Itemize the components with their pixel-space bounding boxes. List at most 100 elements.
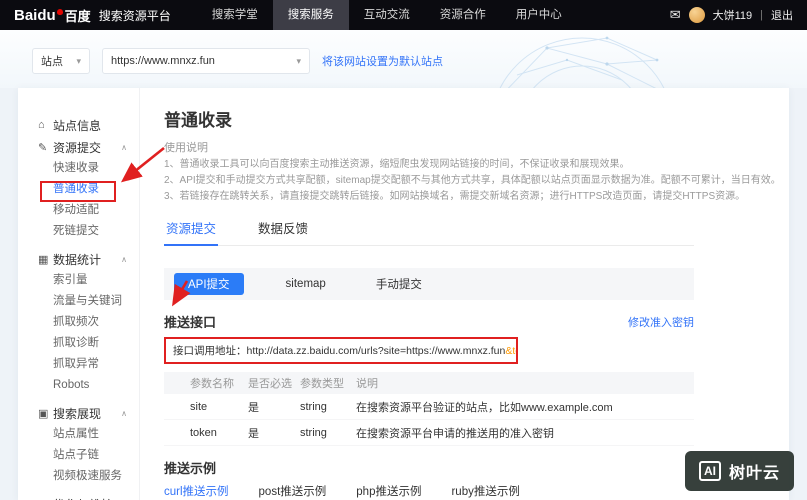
- chevron-up-icon: ∧: [121, 142, 127, 152]
- chevron-down-icon: ▾: [296, 55, 301, 66]
- param-required: 是: [248, 401, 259, 414]
- chevron-up-icon: ∧: [121, 408, 127, 418]
- col-header: 说明: [356, 378, 378, 390]
- push-api-section-head: 推送接口 修改准入密钥: [164, 312, 694, 331]
- avatar[interactable]: [688, 7, 705, 23]
- content-panel: ⌂ 站点信息 ✎ 资源提交 ∧ 快速收录 普通收录 移动适配 死链提交 ▦ 数据…: [18, 88, 789, 500]
- sidebar-item-traffic-keywords[interactable]: 流量与关键词: [38, 291, 139, 312]
- tab-php-example[interactable]: php推送示例: [356, 483, 421, 499]
- sidebar-item-crawl-errors[interactable]: 抓取异常: [38, 354, 139, 375]
- tab-sitemap[interactable]: sitemap: [278, 275, 334, 293]
- baidu-logo-latin: Baidu: [14, 6, 56, 24]
- watermark-badge: AI 树叶云: [684, 451, 794, 491]
- site-url-select[interactable]: https://www.mnxz.fun ▾: [102, 48, 310, 74]
- sidebar-group-label: 站点信息: [53, 118, 102, 133]
- tab-data-feedback[interactable]: 数据反馈: [256, 211, 310, 245]
- param-desc: 在搜索资源平台验证的站点，比如www.example.com: [356, 401, 613, 414]
- watermark-text: 树叶云: [728, 465, 780, 482]
- watermark-logo-icon: AI: [698, 461, 721, 481]
- api-address-label: 接口调用地址：: [173, 345, 247, 357]
- usage-line-3: 3、若链接存在跳转关系，请直接提交跳转后链接。如网站换域名，需提交新域名资源；进…: [164, 191, 746, 202]
- usage-line-1: 1、普通收录工具可以向百度搜索主动推送资源，缩短爬虫发现网站链接的时间，不保证收…: [164, 159, 630, 170]
- table-row: site 是 string 在搜索资源平台验证的站点，比如www.example…: [164, 394, 694, 420]
- table-header-row: 参数名称 是否必选 参数类型 说明: [164, 372, 694, 394]
- sidebar-group-label: 搜索展现: [53, 406, 102, 421]
- nav-search-school[interactable]: 搜索学堂: [197, 0, 273, 30]
- sidebar-item-site-attribute[interactable]: 站点属性: [38, 424, 139, 445]
- usage-title: 使用说明: [164, 142, 208, 154]
- tab-curl-example[interactable]: curl推送示例: [164, 483, 229, 499]
- display-icon: ▣: [38, 407, 49, 420]
- col-header: 参数名称: [190, 378, 234, 390]
- sidebar-group-label: 资源提交: [53, 140, 102, 155]
- baidu-logo[interactable]: Baidu 百度: [14, 6, 91, 25]
- sidebar-group-label: 优化与维护: [53, 496, 113, 500]
- col-header: 参数类型: [300, 378, 344, 390]
- table-row: token 是 string 在搜索资源平台申请的推送用的准入密钥: [164, 420, 694, 446]
- sidebar-item-video-service[interactable]: 视频极速服务: [38, 466, 139, 487]
- api-address-box: 接口调用地址：http://data.zz.baidu.com/urls?sit…: [164, 337, 518, 364]
- sidebar-item-fast-include[interactable]: 快速收录: [38, 158, 139, 179]
- tab-resource-submit[interactable]: 资源提交: [164, 211, 219, 246]
- params-table: 参数名称 是否必选 参数类型 说明 site 是 string 在搜索资源平台验…: [164, 372, 694, 446]
- sub-header-area: 站点 ▾ https://www.mnxz.fun ▾ 将该网站设置为默认站点: [0, 30, 807, 88]
- sidebar-item-site-sublink[interactable]: 站点子链: [38, 445, 139, 466]
- usage-line-2: 2、API提交和手动提交方式共享配额，sitemap提交配额不与其他方式共享，具…: [164, 175, 781, 186]
- site-url-value: https://www.mnxz.fun: [111, 55, 215, 67]
- logout-link[interactable]: 退出: [771, 7, 793, 23]
- header-divider: |: [760, 9, 763, 21]
- username[interactable]: 大饼119: [713, 7, 753, 23]
- tab-post-example[interactable]: post推送示例: [259, 483, 327, 499]
- sidebar-item-crawl-diagnosis[interactable]: 抓取诊断: [38, 333, 139, 354]
- tab-manual-submit[interactable]: 手动提交: [368, 273, 430, 295]
- param-type: string: [300, 400, 327, 413]
- stats-icon: ▦: [38, 253, 49, 266]
- nav-search-service[interactable]: 搜索服务: [272, 0, 349, 30]
- nav-user-center[interactable]: 用户中心: [501, 0, 577, 30]
- sidebar-group-label: 数据统计: [53, 252, 102, 267]
- tab-api-submit[interactable]: API提交: [174, 273, 244, 295]
- site-type-label: 站点: [41, 56, 63, 68]
- api-token-prefix: &token=7: [505, 345, 516, 357]
- mail-icon[interactable]: ✉: [670, 7, 681, 23]
- top-header: Baidu 百度 搜索资源平台 搜索学堂 搜索服务 互动交流 资源合作 用户中心…: [0, 0, 807, 30]
- param-desc: 在搜索资源平台申请的推送用的准入密钥: [356, 427, 554, 440]
- sidebar-item-mobile-adapt[interactable]: 移动适配: [38, 200, 139, 221]
- set-default-site-link[interactable]: 将该网站设置为默认站点: [322, 53, 443, 69]
- sidebar-item-robots[interactable]: Robots: [38, 375, 139, 396]
- site-type-select[interactable]: 站点 ▾: [32, 48, 90, 74]
- main-content: 普通收录 使用说明 1、普通收录工具可以向百度搜索主动推送资源，缩短爬虫发现网站…: [140, 88, 789, 500]
- baidu-paw-icon: [56, 9, 63, 15]
- baidu-logo-cn: 百度: [64, 8, 91, 24]
- sidebar-group-optimize-maintain[interactable]: ⊞ 优化与维护 ∧: [38, 493, 139, 500]
- platform-title[interactable]: 搜索资源平台: [99, 7, 171, 24]
- header-user-area: ✉ 大饼119 | 退出: [670, 7, 793, 23]
- sidebar-group-search-display[interactable]: ▣ 搜索展现 ∧: [38, 402, 139, 424]
- sidebar-item-index-volume[interactable]: 索引量: [38, 270, 139, 291]
- sidebar-item-crawl-frequency[interactable]: 抓取频次: [38, 312, 139, 333]
- main-tabs: 资源提交 数据反馈: [164, 211, 694, 246]
- param-required: 是: [248, 427, 259, 440]
- sidebar-group-data-stats[interactable]: ▦ 数据统计 ∧: [38, 248, 139, 270]
- modify-key-link[interactable]: 修改准入密钥: [628, 314, 694, 330]
- chevron-up-icon: ∧: [121, 254, 127, 264]
- home-icon: ⌂: [38, 119, 45, 131]
- push-api-title: 推送接口: [164, 315, 217, 330]
- param-name: site: [190, 400, 208, 413]
- param-name: token: [190, 426, 217, 439]
- sidebar: ⌂ 站点信息 ✎ 资源提交 ∧ 快速收录 普通收录 移动适配 死链提交 ▦ 数据…: [18, 88, 140, 500]
- page-title: 普通收录: [164, 111, 232, 130]
- tab-ruby-example[interactable]: ruby推送示例: [451, 483, 519, 499]
- top-nav: 搜索学堂 搜索服务 互动交流 资源合作 用户中心: [197, 0, 577, 30]
- nav-resource-coop[interactable]: 资源合作: [425, 0, 501, 30]
- param-type: string: [300, 426, 327, 439]
- sidebar-item-dead-link[interactable]: 死链提交: [38, 221, 139, 242]
- col-header: 是否必选: [248, 378, 292, 390]
- site-selector-bar: 站点 ▾ https://www.mnxz.fun ▾ 将该网站设置为默认站点: [32, 48, 443, 74]
- sidebar-item-normal-include[interactable]: 普通收录: [38, 179, 139, 200]
- api-address-url: http://data.zz.baidu.com/urls?site=https…: [246, 345, 506, 357]
- sidebar-item-site-info[interactable]: ⌂ 站点信息: [38, 114, 139, 136]
- sidebar-group-resource-submit[interactable]: ✎ 资源提交 ∧: [38, 136, 139, 158]
- method-tabs: API提交 sitemap 手动提交: [164, 268, 694, 300]
- nav-interaction[interactable]: 互动交流: [349, 0, 425, 30]
